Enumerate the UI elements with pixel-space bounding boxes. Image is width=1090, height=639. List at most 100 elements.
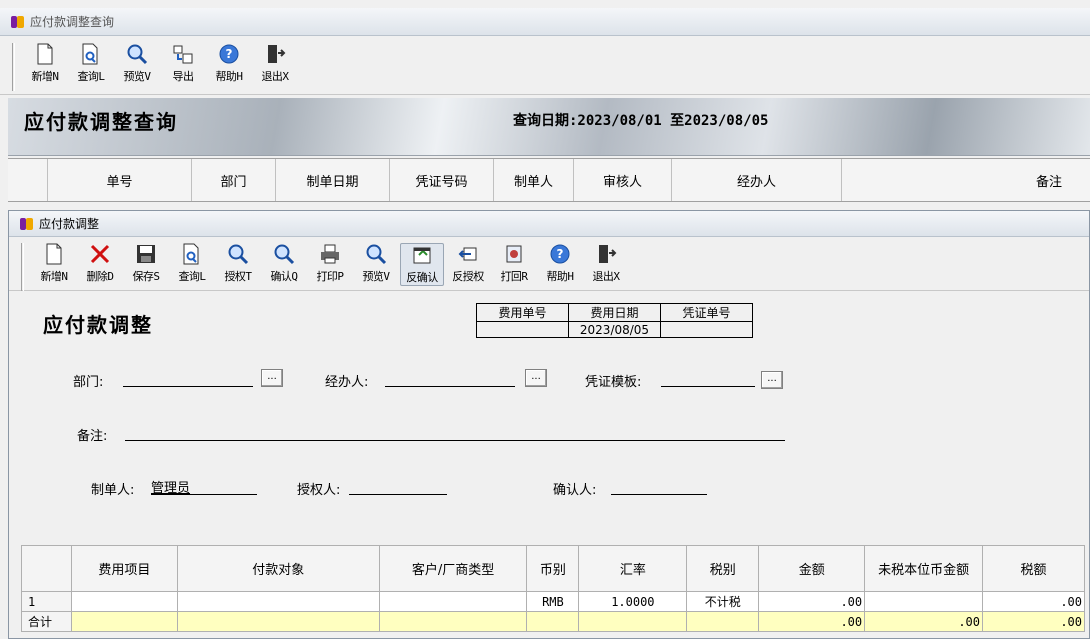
toolbar-grip xyxy=(12,43,15,91)
cell-tax[interactable]: .00 xyxy=(982,591,1085,612)
help-icon: ? xyxy=(549,243,571,265)
maker-label: 制单人: xyxy=(91,483,135,498)
remark-label: 备注: xyxy=(77,429,108,444)
new-button[interactable]: 新增N xyxy=(32,243,76,284)
query-button[interactable]: 查询L xyxy=(170,243,214,284)
grid-header-handler[interactable]: 经办人 xyxy=(672,159,842,201)
handler-pick-button[interactable]: ... xyxy=(525,369,547,387)
unconfirm-button[interactable]: 反确认 xyxy=(400,243,444,286)
print-button[interactable]: 打印P xyxy=(308,243,352,284)
help-icon: ? xyxy=(218,43,240,65)
voucher-template-field[interactable] xyxy=(661,369,755,387)
detail-header-tax-type[interactable]: 税别 xyxy=(686,545,760,592)
cell-currency[interactable]: RMB xyxy=(526,591,580,612)
query-date-range: 查询日期:2023/08/01 至2023/08/05 xyxy=(513,113,769,129)
outer-exit-button[interactable]: 退出X xyxy=(253,43,297,84)
detail-header-fee-item[interactable]: 费用项目 xyxy=(70,545,178,592)
confirmer-field xyxy=(611,477,707,495)
handler-field[interactable] xyxy=(385,369,515,387)
floppy-disk-icon xyxy=(135,243,157,265)
outer-export-button[interactable]: 导出 xyxy=(161,43,205,84)
detail-grid: 费用项目 付款对象 客户/厂商类型 币别 汇率 税别 金额 未税本位币金额 税额… xyxy=(21,545,1085,632)
total-tax: .00 xyxy=(982,611,1085,632)
grid-header-no[interactable]: 单号 xyxy=(48,159,192,201)
total-tax-type xyxy=(686,611,760,632)
maker-field: 管理员 xyxy=(151,477,257,496)
document-info-table: 费用单号 费用日期 凭证单号 2023/08/05 xyxy=(476,303,753,338)
query-banner: 应付款调整查询 查询日期:2023/08/01 至2023/08/05 xyxy=(8,98,1090,156)
total-row: 合计 .00 .00 .00 xyxy=(21,611,1085,632)
authorize-button[interactable]: 授权T xyxy=(216,243,260,284)
inner-title: 应付款调整 xyxy=(39,217,100,231)
outer-new-button[interactable]: 新增N xyxy=(23,43,67,84)
detail-header-tax[interactable]: 税额 xyxy=(982,545,1085,592)
app-icon xyxy=(10,15,26,29)
handler-label: 经办人: xyxy=(325,375,369,390)
inner-titlebar: 应付款调整 xyxy=(9,211,1089,237)
cell-party-type[interactable] xyxy=(378,591,528,612)
total-base-amount: .00 xyxy=(864,611,984,632)
query-doc-icon xyxy=(181,243,203,265)
grid-header-voucher-no[interactable]: 凭证号码 xyxy=(390,159,494,201)
outer-titlebar: 应付款调整查询 xyxy=(0,8,1090,36)
total-currency xyxy=(526,611,580,632)
remark-field[interactable] xyxy=(125,423,785,441)
department-field[interactable] xyxy=(123,369,253,387)
delete-button[interactable]: 删除D xyxy=(78,243,122,284)
row-number: 1 xyxy=(21,591,72,612)
cell-fee-item[interactable] xyxy=(70,591,178,612)
cell-base-amount[interactable] xyxy=(864,591,984,612)
grid-header-department[interactable]: 部门 xyxy=(192,159,276,201)
outer-preview-button[interactable]: 预览V xyxy=(115,43,159,84)
exit-button[interactable]: 退出X xyxy=(584,243,628,284)
detail-header-rate[interactable]: 汇率 xyxy=(578,545,688,592)
outer-query-button[interactable]: 查询L xyxy=(69,43,113,84)
help-button[interactable]: ? 帮助H xyxy=(538,243,582,284)
department-pick-button[interactable]: ... xyxy=(261,369,283,387)
app-icon xyxy=(19,217,35,231)
grid-header-maker[interactable]: 制单人 xyxy=(494,159,574,201)
query-banner-title: 应付款调整查询 xyxy=(24,110,178,134)
voucher-template-label: 凭证模板: xyxy=(585,375,642,390)
table-row[interactable]: 1 RMB 1.0000 不计税 .00 .00 xyxy=(21,591,1085,612)
cell-amount[interactable]: .00 xyxy=(758,591,866,612)
outer-title: 应付款调整查询 xyxy=(30,15,115,29)
magnifier-icon xyxy=(227,243,249,265)
fee-date-value: 2023/08/05 xyxy=(568,321,661,338)
fee-no-value xyxy=(476,321,569,338)
detail-header-currency[interactable]: 币别 xyxy=(526,545,580,592)
department-label: 部门: xyxy=(73,375,104,390)
grid-header-remark[interactable]: 备注 xyxy=(842,159,1090,201)
grid-header-reviewer[interactable]: 审核人 xyxy=(574,159,672,201)
total-label: 合计 xyxy=(21,611,72,632)
voucher-no-value xyxy=(660,321,753,338)
unauthorize-button[interactable]: 反授权 xyxy=(446,243,490,284)
voucher-no-header: 凭证单号 xyxy=(660,303,753,322)
total-rate xyxy=(578,611,688,632)
magnifier-icon xyxy=(126,43,148,65)
total-fee-item xyxy=(70,611,178,632)
cell-tax-type[interactable]: 不计税 xyxy=(686,591,760,612)
preview-button[interactable]: 预览V xyxy=(354,243,398,284)
cell-rate[interactable]: 1.0000 xyxy=(578,591,688,612)
exit-door-icon xyxy=(264,43,286,65)
unconfirm-icon xyxy=(411,244,433,266)
voucher-template-pick-button[interactable]: ... xyxy=(761,371,783,389)
inner-window: 应付款调整 新增N 删除D 保存S 查询L 授权T 确认Q 打印P 预览V 反确… xyxy=(8,210,1090,639)
recall-button[interactable]: 打回R xyxy=(492,243,536,284)
maker-value: 管理员 xyxy=(151,481,191,496)
detail-header-row: 费用项目 付款对象 客户/厂商类型 币别 汇率 税别 金额 未税本位币金额 税额 xyxy=(21,545,1085,592)
query-grid-header: 单号 部门 制单日期 凭证号码 制单人 审核人 经办人 备注 xyxy=(8,158,1090,202)
outer-toolbar: 新增N 查询L 预览V 导出 ? 帮助H 退出X xyxy=(0,37,1090,95)
detail-header-payee[interactable]: 付款对象 xyxy=(176,545,380,592)
total-payee xyxy=(176,611,380,632)
save-button[interactable]: 保存S xyxy=(124,243,168,284)
detail-header-amount[interactable]: 金额 xyxy=(758,545,866,592)
total-party-type xyxy=(378,611,528,632)
confirm-button[interactable]: 确认Q xyxy=(262,243,306,284)
outer-help-button[interactable]: ? 帮助H xyxy=(207,43,251,84)
cell-payee[interactable] xyxy=(176,591,380,612)
detail-header-party-type[interactable]: 客户/厂商类型 xyxy=(378,545,528,592)
grid-header-make-date[interactable]: 制单日期 xyxy=(276,159,390,201)
detail-header-base-amount[interactable]: 未税本位币金额 xyxy=(864,545,984,592)
